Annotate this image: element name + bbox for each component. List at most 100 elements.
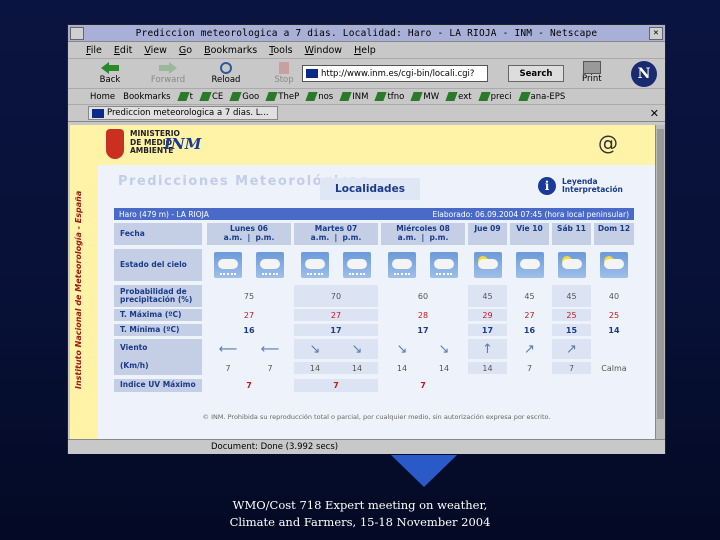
label-estado: Estado del cielo: [114, 249, 202, 281]
forward-arrow-icon: [159, 62, 177, 74]
forecast-content: Predicciones Meteorológicas Localidades …: [98, 165, 655, 439]
menu-help[interactable]: Help: [354, 45, 376, 56]
bookmark-item[interactable]: TheP: [265, 91, 300, 102]
search-button[interactable]: Search: [508, 65, 564, 82]
status-text: Document: Done (3.992 secs): [211, 442, 339, 452]
leyenda-text: Leyenda Interpretación: [562, 177, 623, 195]
am-label: a.m.: [397, 233, 417, 242]
bookmark-item[interactable]: t: [176, 91, 193, 102]
leyenda-link[interactable]: i Leyenda Interpretación: [538, 177, 623, 195]
url-input[interactable]: http://www.inm.es/cgi-bin/locali.cgi?: [302, 65, 488, 82]
uv-cell: 7: [246, 381, 252, 390]
coat-of-arms-icon: [106, 129, 124, 159]
day-header: Sáb 11: [552, 223, 591, 245]
bookmark-item[interactable]: CE: [199, 91, 224, 102]
bookmark-icon: [410, 92, 423, 101]
tmax-cell: 29: [468, 309, 507, 321]
bookmark-item[interactable]: nos: [305, 91, 334, 102]
close-icon[interactable]: ✕: [649, 26, 663, 40]
vertical-scrollbar[interactable]: [655, 125, 665, 439]
print-button[interactable]: Print: [582, 61, 602, 84]
menu-file[interactable]: File: [86, 45, 102, 56]
wind-north-icon: ↑: [468, 339, 507, 359]
menu-tools[interactable]: Tools: [269, 45, 292, 56]
tmin-cell: 17: [468, 324, 507, 336]
prob-cell: 45: [524, 291, 535, 301]
ampm: a.m. | p.m.: [310, 233, 362, 242]
bookmark-icon: [229, 92, 242, 101]
bookmark-item[interactable]: ext: [445, 91, 472, 102]
netscape-logo[interactable]: N: [631, 61, 657, 87]
localidades-heading[interactable]: Localidades: [320, 178, 420, 200]
bookmark-item[interactable]: tfno: [374, 91, 405, 102]
bookmark-item[interactable]: preci: [477, 92, 512, 102]
status-bar: Document: Done (3.992 secs): [68, 439, 665, 454]
copyright-notice: © INM. Prohibida su reproducción total o…: [202, 413, 551, 421]
window-menu-icon[interactable]: [70, 26, 84, 40]
bookmark-label: t: [189, 91, 193, 102]
tmin-cell: 15: [552, 324, 591, 336]
close-tab-icon[interactable]: ✕: [650, 107, 659, 120]
bookmark-item[interactable]: INM: [339, 92, 368, 102]
stop-label: Stop: [274, 75, 294, 85]
bookmark-home[interactable]: Home: [90, 92, 115, 102]
prob-cell: 70: [294, 285, 378, 307]
table-row: T. Mínima (ºC) 16 17 17 17 16 15 14: [114, 324, 634, 337]
bookmark-label: CE: [211, 91, 224, 102]
menu-bookmarks[interactable]: Bookmarks: [204, 45, 257, 56]
title-bar: Prediccion meteorologica a 7 dias. Local…: [68, 25, 665, 42]
contact-at-icon[interactable]: @: [598, 131, 618, 155]
menu-go[interactable]: Go: [179, 45, 192, 56]
menu-window[interactable]: Window: [305, 45, 342, 56]
label-tmin: T. Mínima (ºC): [114, 324, 202, 336]
forward-button[interactable]: Forward: [144, 62, 192, 85]
left-band: Instituto Nacional de Meteorología - Esp…: [70, 125, 98, 439]
tab-bar: Prediccion meteorologica a 7 dias. L... …: [68, 105, 665, 122]
wind-speed-cell: 7: [526, 363, 533, 373]
bookmark-item[interactable]: Goo: [229, 92, 259, 102]
wind-speed-cell: 7: [267, 363, 273, 373]
uv-cell: 7: [420, 381, 426, 390]
bookmark-icon: [374, 92, 388, 101]
menu-view[interactable]: View: [144, 45, 167, 56]
bookmark-item[interactable]: MW: [410, 91, 440, 102]
bookmark-icon: [176, 92, 190, 101]
wind-calm-cell: Calma: [601, 363, 627, 373]
bookmark-label: nos: [318, 91, 334, 102]
day-name: Martes 07: [314, 224, 358, 233]
kmh-label: (Km/h): [120, 360, 149, 370]
tmax-cell: 27: [524, 310, 535, 320]
bookmark-icon: [199, 92, 212, 101]
wind-speed-cell: 14: [336, 362, 378, 374]
table-row: Probabilidad de precipitación (%) 75 70 …: [114, 285, 634, 307]
sun-cloud-icon: [600, 252, 628, 278]
menu-edit[interactable]: Edit: [114, 45, 132, 56]
bookmark-label: MW: [423, 91, 440, 102]
sun-cloud-icon: [557, 252, 586, 278]
scrollbar-thumb[interactable]: [657, 129, 664, 419]
bookmark-icon: [339, 92, 352, 101]
back-button[interactable]: Back: [86, 62, 134, 85]
pm-label: p.m.: [429, 233, 449, 242]
bookmark-item[interactable]: ana-EPS: [517, 91, 566, 102]
cloud-rain-icon: [301, 252, 329, 278]
sun-cloud-icon: [473, 252, 502, 278]
bookmark-label: ext: [458, 91, 472, 102]
prob-cell: 45: [468, 285, 507, 307]
location-name: Haro (479 m) - LA RIOJA: [119, 209, 209, 219]
stop-button[interactable]: Stop: [260, 62, 308, 85]
day-header: Jue 09: [468, 223, 507, 245]
label-fecha: Fecha: [114, 223, 202, 245]
printer-icon: [582, 61, 601, 74]
viento-label: Viento: [120, 342, 148, 352]
back-label: Back: [99, 75, 121, 85]
bookmark-label: TheP: [278, 91, 300, 102]
tab-current[interactable]: Prediccion meteorologica a 7 dias. L...: [88, 106, 278, 120]
bookmark-label: ana-EPS: [530, 91, 566, 102]
info-icon: i: [538, 177, 556, 195]
bookmark-bookmarks[interactable]: Bookmarks: [123, 92, 171, 102]
inm-logo[interactable]: INM: [164, 135, 201, 153]
bookmark-label: tfno: [387, 91, 405, 102]
reload-button[interactable]: Reload: [202, 62, 250, 85]
day-header: Miércoles 08 a.m. | p.m.: [381, 223, 465, 245]
